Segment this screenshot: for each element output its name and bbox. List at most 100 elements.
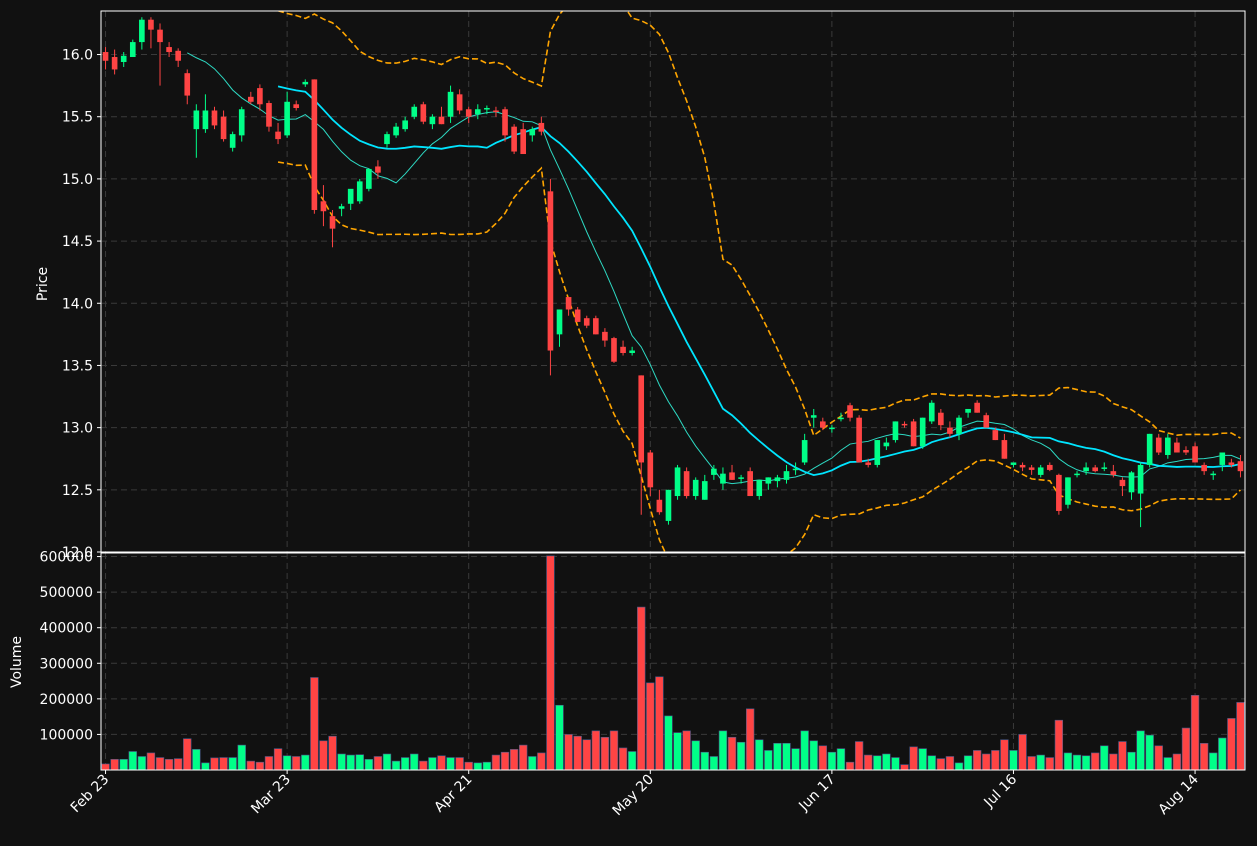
candle-body [129, 42, 136, 58]
candle-body [166, 47, 172, 53]
volume-bar [873, 755, 882, 770]
candle [1146, 433, 1153, 468]
volume-bar [1018, 734, 1027, 770]
volume-bar [519, 744, 528, 770]
candle-body [438, 116, 445, 125]
candle-body [1001, 440, 1008, 459]
candle-body [347, 188, 354, 204]
candle-body [901, 423, 908, 426]
volume-bar [1036, 754, 1045, 770]
volume-bar [428, 757, 437, 770]
candle-body [175, 50, 181, 61]
candle-body [420, 104, 427, 122]
candle-body [1065, 477, 1071, 505]
candle-body [629, 350, 635, 354]
volume-bar [273, 748, 283, 770]
candle-body [402, 120, 408, 130]
volume-bar [137, 756, 147, 770]
volume-bar [573, 735, 582, 770]
volume-bar [1027, 756, 1036, 770]
volume-bar [718, 730, 728, 770]
volume-bar [646, 682, 655, 770]
volume-bar [328, 735, 337, 770]
candle-body [302, 81, 309, 85]
volume-bar [355, 754, 364, 770]
candle-body [484, 108, 490, 110]
volume-bar [991, 750, 1000, 770]
volume-bar [746, 708, 755, 770]
volume-bar [809, 740, 818, 770]
volume-bar [600, 736, 610, 770]
candle-body [1010, 462, 1017, 465]
volume-bar [382, 753, 392, 770]
candle-body [1228, 462, 1235, 465]
candle-body [193, 110, 200, 130]
candle [928, 400, 935, 424]
price-tick-label: 13.0 [62, 421, 93, 437]
candle-body [883, 442, 890, 447]
volume-bar [528, 756, 537, 770]
candle-body [919, 417, 926, 447]
volume-bar [537, 752, 546, 770]
volume-bar [864, 754, 873, 770]
price-panel: 12.012.513.013.514.014.515.015.516.0 [62, 10, 1246, 561]
candle-body [148, 19, 154, 30]
volume-bar [301, 754, 310, 770]
volume-tick-label: 500000 [40, 585, 93, 601]
candle-body [511, 126, 517, 152]
volume-bar [164, 759, 174, 770]
candle [1065, 477, 1071, 509]
volume-bar [582, 739, 591, 770]
candle-body [829, 427, 835, 430]
volume-bar [119, 759, 128, 770]
candle-body [1119, 479, 1126, 487]
candle-body [747, 471, 753, 497]
candle-body [729, 472, 735, 480]
volume-bar [827, 751, 837, 770]
volume-bar [818, 745, 827, 770]
volume-bar [909, 746, 918, 770]
volume-bar [564, 734, 573, 770]
volume-bar [555, 704, 564, 770]
candle [420, 101, 427, 125]
volume-bar [882, 753, 891, 770]
candle-body [1074, 473, 1080, 476]
volume-bar [482, 761, 492, 770]
candle-body [602, 331, 608, 341]
volume-bar [618, 747, 628, 770]
price-tick-label: 16.0 [62, 48, 93, 64]
volume-bar [945, 756, 955, 770]
candle [129, 39, 136, 58]
candle [892, 421, 899, 443]
candle-body [211, 110, 218, 126]
volume-bar [609, 730, 619, 770]
candle-body [874, 440, 881, 465]
volume-bar [319, 740, 328, 770]
candle-body [229, 134, 236, 148]
candle-body [329, 216, 336, 229]
candle [611, 336, 617, 363]
volume-panel: 100000 200000 300000 400000 500000 600000 [40, 550, 1246, 771]
candle-body [1028, 467, 1035, 470]
candle-body [711, 468, 717, 475]
candle-body [683, 471, 690, 497]
candle-body [810, 415, 817, 418]
volume-bar [155, 757, 165, 770]
volume-bar [410, 753, 419, 770]
candle-body [247, 96, 254, 102]
candle-body [393, 126, 399, 136]
volume-tick-label: 400000 [40, 621, 93, 637]
volume-bar [183, 738, 192, 770]
candle-body [429, 116, 436, 125]
candle-body [275, 131, 281, 140]
candle-body [202, 110, 209, 130]
volume-bar [1218, 737, 1227, 770]
volume-bar [364, 759, 374, 770]
candle-body [947, 427, 953, 434]
candle-body [1165, 437, 1171, 455]
volume-bar [900, 764, 909, 770]
chart-figure: 12.0 12.5 13.0 13.5 14.0 14.5 15.0 15.5 16.0 100… [0, 0, 1257, 842]
volume-bar [1054, 719, 1064, 770]
candle-body [801, 440, 808, 463]
volume-bar [700, 751, 709, 770]
